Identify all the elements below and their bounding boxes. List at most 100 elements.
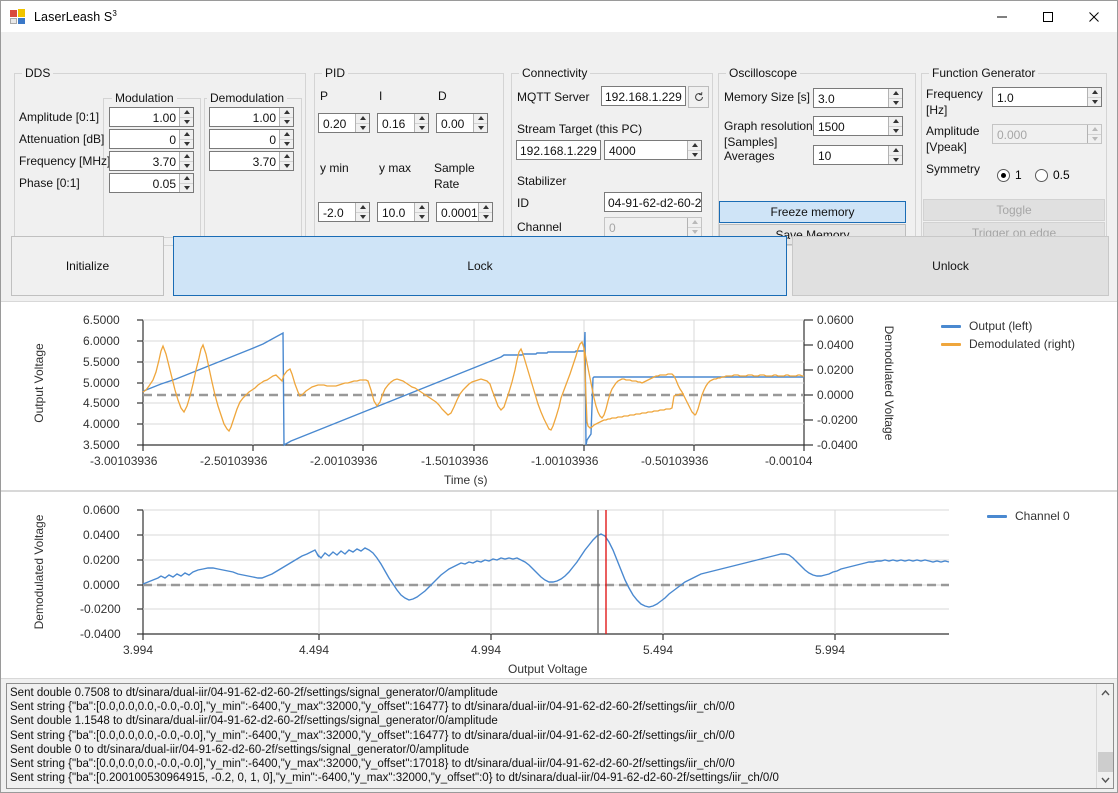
dds-modulation-frequency-stepper[interactable]: 3.70 [109, 151, 194, 171]
spinner-up-icon[interactable] [180, 152, 193, 162]
log-scrollbar-thumb[interactable] [1098, 752, 1113, 772]
stream-target-port-stepper[interactable]: 4000 [604, 140, 702, 160]
chart1-legend-item-output[interactable]: Output (left) [941, 319, 1075, 333]
spinner-down-icon[interactable] [479, 213, 492, 222]
fg-frequency-stepper[interactable]: 1.0 [992, 87, 1102, 107]
dds-demodulation-amplitude-stepper[interactable]: 1.00 [209, 107, 294, 127]
spinner-down-icon[interactable] [415, 124, 428, 133]
spinner-up-icon[interactable] [280, 130, 293, 140]
pid-p-stepper[interactable]: 0.20 [318, 113, 370, 133]
pid-samplerate-label-line2: Rate [434, 177, 460, 191]
chart1-xtick-0: -3.00103936 [90, 454, 158, 468]
graph-resolution-stepper[interactable]: 1500 [813, 116, 903, 136]
fg-symmetry-option-05[interactable]: 0.5 [1035, 168, 1070, 182]
pid-ymin-stepper[interactable]: -2.0 [318, 202, 370, 222]
chart2-legend: Channel 0 [987, 509, 1070, 527]
error-signal-chart-panel[interactable]: Demodulated Voltage 0.0600 0.0400 0.0200… [1, 491, 1117, 679]
pid-samplerate-stepper[interactable]: 0.00010 [436, 202, 493, 222]
spinner-up-icon[interactable] [889, 117, 902, 127]
maximize-button[interactable] [1025, 1, 1071, 32]
legend-swatch-channel0 [987, 514, 1007, 518]
scroll-up-icon[interactable] [1097, 684, 1113, 701]
time-series-chart-panel[interactable]: Output Voltage Demodulated Voltage 6.500… [1, 301, 1117, 491]
spinner-up-icon[interactable] [889, 146, 902, 156]
pid-ymax-stepper[interactable]: 10.0 [377, 202, 429, 222]
spinner-down-icon[interactable] [180, 162, 193, 171]
spinner-down-icon[interactable] [688, 151, 701, 160]
scroll-down-icon[interactable] [1097, 771, 1113, 788]
memory-size-stepper[interactable]: 3.0 [813, 88, 903, 108]
spinner-up-icon[interactable] [280, 108, 293, 118]
spinner-up-icon[interactable] [180, 130, 193, 140]
spinner-up-icon[interactable] [356, 203, 369, 213]
freeze-memory-button[interactable]: Freeze memory [719, 201, 906, 223]
spinner-up-icon[interactable] [479, 203, 492, 213]
spinner-down-icon[interactable] [1088, 98, 1101, 107]
chart2-left-axis-ticks [137, 509, 143, 635]
spinner-up-icon[interactable] [180, 174, 193, 184]
chart1-right-axis-ticks [804, 319, 813, 446]
spinner-up-icon[interactable] [415, 203, 428, 213]
log-scrollbar[interactable] [1096, 684, 1113, 788]
spinner-up-icon[interactable] [1088, 88, 1101, 98]
dds-demodulation-frequency-value: 3.70 [252, 155, 276, 169]
memory-size-label: Memory Size [s] [724, 90, 811, 104]
stream-target-label: Stream Target (this PC) [517, 122, 643, 136]
spinner-down-icon[interactable] [889, 99, 902, 108]
spinner-down-icon[interactable] [180, 140, 193, 149]
minimize-button[interactable] [979, 1, 1025, 32]
dds-modulation-attenuation-value: 0 [169, 133, 176, 147]
spinner-down-icon[interactable] [415, 213, 428, 222]
spinner-down-icon[interactable] [889, 156, 902, 165]
spinner-up-icon[interactable] [180, 108, 193, 118]
chart1-legend-item-demodulated[interactable]: Demodulated (right) [941, 337, 1075, 351]
spinner-up-icon[interactable] [688, 141, 701, 151]
spinner-up-icon[interactable] [889, 89, 902, 99]
pid-i-stepper[interactable]: 0.16 [377, 113, 429, 133]
log-output-panel[interactable]: Sent double 0.7508 to dt/sinara/dual-iir… [6, 683, 1114, 789]
spinner-down-icon[interactable] [280, 162, 293, 171]
averages-stepper[interactable]: 10 [813, 145, 903, 165]
fg-symmetry-option-1[interactable]: 1 [997, 168, 1022, 182]
dds-modulation-phase-stepper[interactable]: 0.05 [109, 173, 194, 193]
dds-modulation-attenuation-stepper[interactable]: 0 [109, 129, 194, 149]
chart2-ytick-0.0000: 0.0000 [83, 578, 120, 592]
stabilizer-id-input[interactable]: 04-91-62-d2-60-2f [604, 192, 702, 212]
close-button[interactable] [1071, 1, 1117, 32]
spinner-down-icon[interactable] [280, 118, 293, 127]
app-window: LaserLeash S3 DDS Modulation Demodulatio… [0, 0, 1118, 793]
lock-button[interactable]: Lock [173, 236, 787, 296]
pid-d-stepper[interactable]: 0.00 [436, 113, 488, 133]
chart1-xtick-6: -0.00104 [765, 454, 813, 468]
chart1-legend-label-demodulated: Demodulated (right) [969, 337, 1076, 351]
spinner-up-icon[interactable] [280, 152, 293, 162]
spinner-up-icon[interactable] [474, 114, 487, 124]
spinner-down-icon[interactable] [356, 124, 369, 133]
pid-i-value: 0.16 [382, 117, 406, 131]
spinner-up-icon[interactable] [415, 114, 428, 124]
dds-modulation-amplitude-stepper[interactable]: 1.00 [109, 107, 194, 127]
spinner-up-icon[interactable] [356, 114, 369, 124]
chart1-x-axis-title: Time (s) [444, 473, 488, 487]
pid-samplerate-label-line1: Sample [434, 161, 475, 175]
spinner-down-icon[interactable] [280, 140, 293, 149]
chart1-y-axis-title: Output Voltage [32, 343, 46, 423]
dds-demodulation-attenuation-stepper[interactable]: 0 [209, 129, 294, 149]
spinner-down-icon[interactable] [889, 127, 902, 136]
stream-target-ip-input[interactable]: 192.168.1.229 [516, 140, 601, 160]
spinner-down-icon[interactable] [180, 118, 193, 127]
log-line: Sent string {"ba":[0.200100530964915, -0… [10, 772, 779, 785]
mqtt-refresh-button[interactable] [688, 86, 709, 108]
chart1-y2tick-0.0000: 0.0000 [817, 388, 854, 402]
chart1-xtick-4: -1.00103936 [531, 454, 599, 468]
chart2-legend-item-channel0[interactable]: Channel 0 [987, 509, 1070, 523]
spinner-down-icon[interactable] [180, 184, 193, 193]
legend-swatch-demodulated [941, 342, 961, 346]
mqtt-server-input[interactable]: 192.168.1.229 [601, 86, 686, 106]
spinner-down-icon[interactable] [474, 124, 487, 133]
pid-ymax-value: 10.0 [382, 206, 406, 220]
unlock-button[interactable]: Unlock [792, 236, 1109, 296]
initialize-button[interactable]: Initialize [11, 236, 164, 296]
dds-demodulation-frequency-stepper[interactable]: 3.70 [209, 151, 294, 171]
spinner-down-icon[interactable] [356, 213, 369, 222]
